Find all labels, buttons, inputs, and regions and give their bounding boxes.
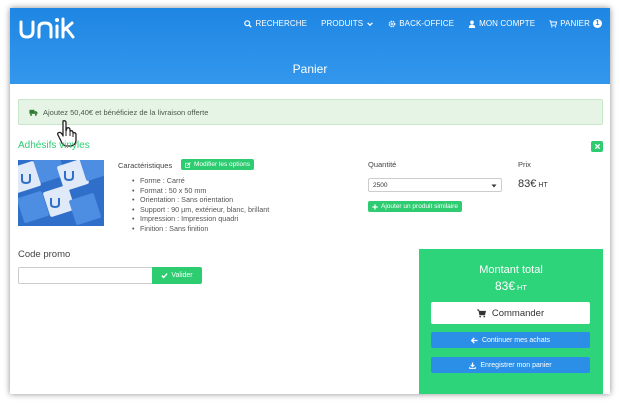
nav-backoffice[interactable]: BACK-OFFICE: [388, 19, 454, 28]
price-value: 83€ HT: [518, 178, 548, 190]
save-cart-label: Enregistrer mon panier: [480, 361, 552, 369]
cart-icon: [549, 19, 558, 28]
nav-account[interactable]: MON COMPTE: [468, 19, 535, 28]
spec-list: Forme : Carré Format : 50 x 50 mm Orient…: [132, 176, 269, 233]
search-icon: [244, 19, 253, 28]
check-icon: [161, 273, 169, 279]
spec-item: Support : 90 µm, extérieur, blanc, brill…: [132, 205, 269, 215]
close-icon: [594, 143, 600, 150]
nav-cart[interactable]: PANIER 1: [549, 19, 602, 28]
continue-shopping-label: Continuer mes achats: [481, 336, 551, 344]
promo-code-input[interactable]: [18, 267, 152, 284]
site-header: RECHERCHE PRODUITS BACK-OFFICE MON COMPT…: [10, 8, 610, 84]
price-amount: 83€: [518, 178, 537, 190]
total-amount-value: 83€: [494, 279, 516, 293]
add-similar-label: Ajouter un produit similaire: [381, 203, 458, 210]
order-button[interactable]: Commander: [431, 302, 590, 324]
quantity-value: 2500: [373, 181, 388, 189]
total-title: Montant total: [479, 264, 543, 276]
download-icon: [469, 361, 477, 369]
nav-search[interactable]: RECHERCHE: [244, 19, 307, 28]
nav-backoffice-label: BACK-OFFICE: [399, 19, 455, 28]
alert-text: Ajoutez 50,40€ et bénéficiez de la livra…: [43, 107, 209, 117]
quantity-select[interactable]: 2500: [368, 178, 502, 192]
nav-cart-label: PANIER: [560, 19, 590, 28]
product-title[interactable]: Adhésifs vinyles: [18, 140, 90, 151]
edit-icon: [185, 161, 191, 168]
add-similar-product-button[interactable]: Ajouter un produit similaire: [368, 201, 462, 212]
order-total-panel: Montant total 83€ HT Commander Continuer …: [419, 249, 603, 394]
spec-item: Format : 50 x 50 mm: [132, 186, 269, 196]
nav-products[interactable]: PRODUITS: [321, 19, 374, 28]
validate-promo-button[interactable]: Valider: [152, 267, 202, 284]
price-suffix: HT: [538, 182, 548, 189]
total-amount-suffix: HT: [517, 283, 528, 292]
plus-icon: [372, 203, 378, 210]
modify-options-button[interactable]: Modifier les options: [181, 159, 254, 170]
quantity-label: Quantité: [368, 160, 397, 169]
validate-promo-label: Valider: [171, 272, 193, 279]
nav-search-label: RECHERCHE: [255, 19, 308, 28]
main-nav: RECHERCHE PRODUITS BACK-OFFICE MON COMPT…: [244, 19, 602, 28]
order-button-label: Commander: [491, 307, 545, 319]
nav-products-label: PRODUITS: [321, 19, 364, 28]
cart-icon: [476, 309, 486, 317]
chevron-down-icon: [367, 21, 374, 26]
user-icon: [468, 20, 476, 28]
total-amount: 83€ HT: [419, 279, 603, 293]
characteristics-label: Caractéristiques: [118, 161, 173, 170]
price-label: Prix: [518, 160, 531, 169]
spec-item: Impression : Impression quadri: [132, 214, 269, 224]
product-thumbnail: [18, 160, 104, 226]
save-cart-button[interactable]: Enregistrer mon panier: [431, 357, 590, 373]
promo-code-label: Code promo: [18, 249, 71, 260]
cart-count-badge: 1: [593, 19, 602, 28]
page-frame: RECHERCHE PRODUITS BACK-OFFICE MON COMPT…: [10, 8, 610, 394]
truck-icon: [29, 109, 38, 116]
arrow-left-icon: [470, 336, 478, 344]
gear-icon: [388, 20, 396, 27]
unik-logo[interactable]: [18, 16, 78, 42]
free-shipping-alert: Ajoutez 50,40€ et bénéficiez de la livra…: [18, 99, 603, 125]
caret-down-icon: [491, 184, 497, 188]
spec-item: Forme : Carré: [132, 176, 269, 186]
nav-account-label: MON COMPTE: [479, 19, 536, 28]
spec-item: Orientation : Sans orientation: [132, 195, 269, 205]
page-title: Panier: [292, 62, 328, 76]
continue-shopping-button[interactable]: Continuer mes achats: [431, 332, 590, 348]
spec-item: Finition : Sans finition: [132, 224, 269, 234]
remove-product-button[interactable]: [591, 141, 603, 152]
modify-options-label: Modifier les options: [194, 161, 250, 168]
